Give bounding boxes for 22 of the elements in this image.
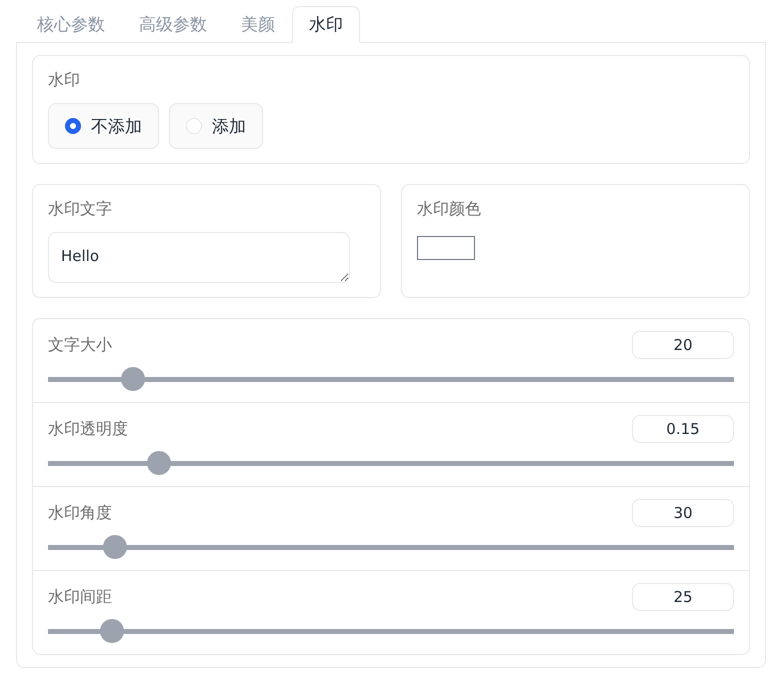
- number-input[interactable]: 0.15: [632, 415, 734, 443]
- radio-label: 添加: [212, 116, 246, 138]
- radio-label: 不添加: [91, 116, 142, 138]
- number-input[interactable]: 30: [632, 499, 734, 527]
- field-label: 水印颜色: [417, 199, 481, 220]
- slider-label: 水印角度: [48, 502, 112, 524]
- slider-thumb[interactable]: [147, 451, 172, 475]
- slider-label: 水印间距: [48, 586, 112, 608]
- color-swatch[interactable]: [417, 236, 475, 260]
- slider-thumb[interactable]: [100, 619, 124, 643]
- slider-thumb[interactable]: [103, 535, 128, 559]
- radio-option[interactable]: 不添加: [48, 103, 159, 149]
- number-input[interactable]: 20: [632, 331, 734, 359]
- field-label: 水印: [48, 70, 80, 91]
- number-input[interactable]: 25: [632, 583, 734, 611]
- tab[interactable]: 水印: [292, 6, 360, 43]
- radio-option[interactable]: 添加: [169, 103, 263, 149]
- slider-thumb[interactable]: [121, 367, 146, 391]
- slider-label: 文字大小: [48, 334, 112, 356]
- slider-label: 水印透明度: [48, 418, 128, 440]
- text-area[interactable]: Hello: [48, 232, 350, 283]
- field-label: 水印文字: [48, 199, 112, 220]
